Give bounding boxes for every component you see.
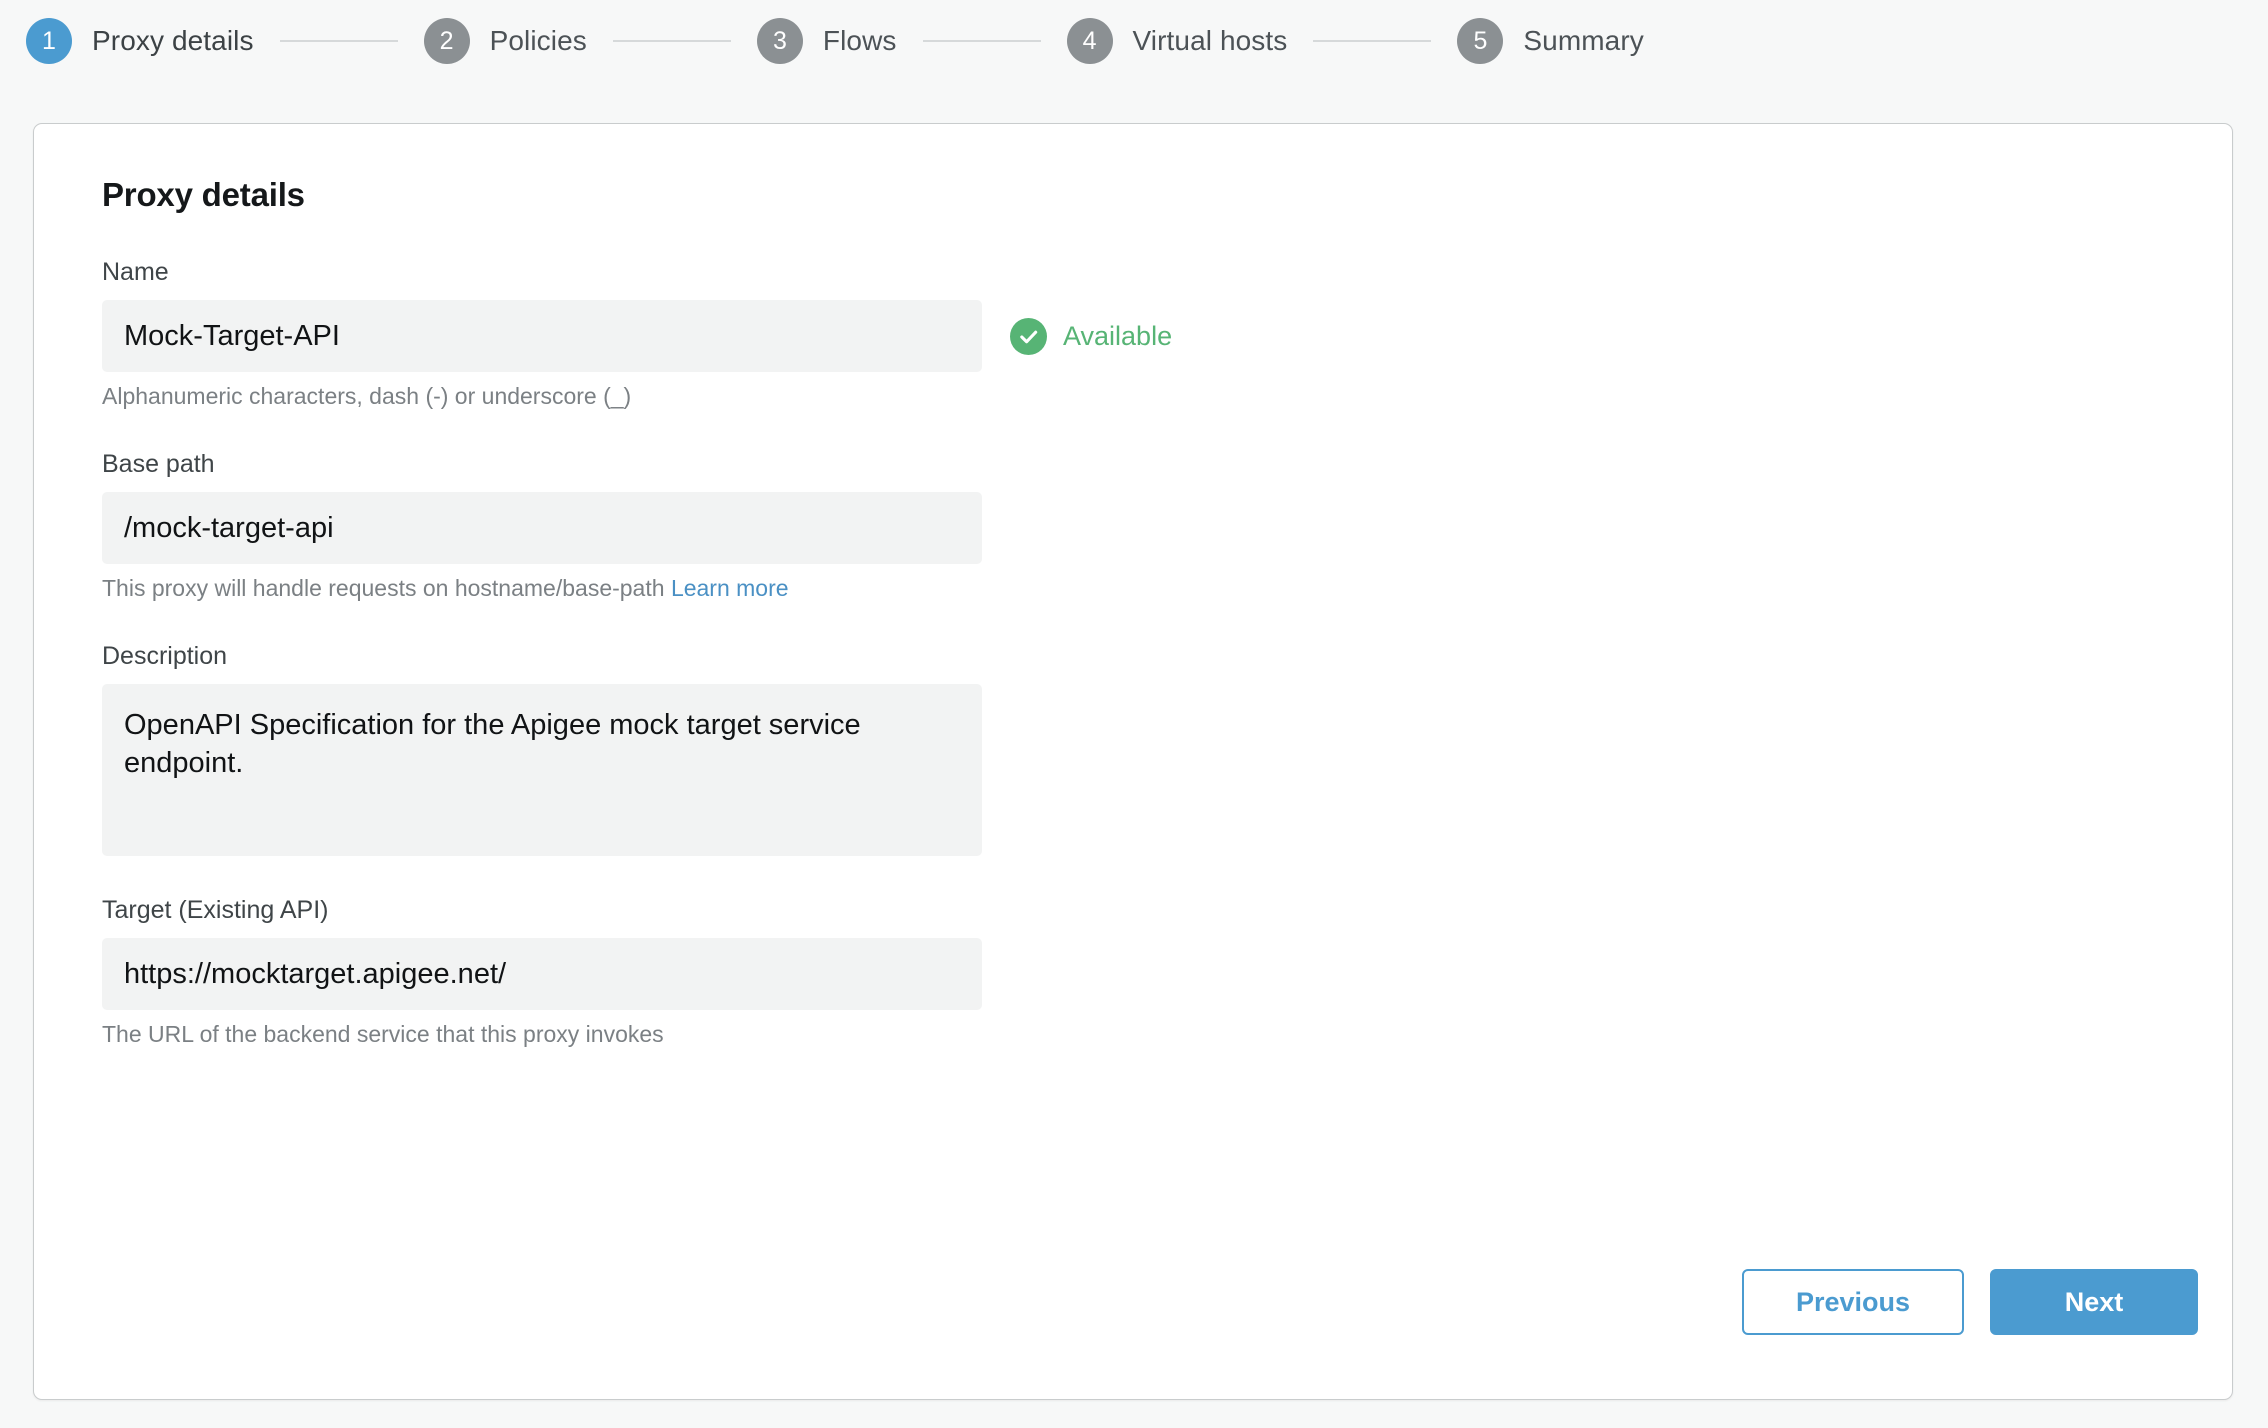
step-virtual-hosts[interactable]: 4 Virtual hosts: [1066, 18, 1288, 64]
field-name: Name Mock-Target-API Available Alphanume…: [102, 258, 2198, 410]
name-helper-text: Alphanumeric characters, dash (-) or und…: [102, 383, 632, 409]
step-label-summary: Summary: [1523, 25, 1644, 56]
step-number-1: 1: [26, 18, 72, 64]
target-label: Target (Existing API): [102, 896, 329, 924]
step-number-4: 4: [1066, 18, 1113, 64]
step-number-5: 5: [1457, 18, 1504, 64]
wizard-stepper: 1 Proxy details 2 Policies 3 Flows 4 Vir…: [0, 0, 2268, 82]
step-label-flows: Flows: [822, 25, 897, 56]
step-connector-1: [279, 40, 398, 42]
check-circle-icon: [1010, 317, 1047, 355]
step-policies[interactable]: 2 Policies: [423, 18, 587, 64]
page-title: Proxy details: [102, 176, 305, 213]
base-path-input[interactable]: /mock-target-api: [102, 492, 982, 564]
step-number-2: 2: [423, 18, 470, 64]
step-label-proxy-details: Proxy details: [92, 25, 254, 56]
step-label-policies: Policies: [489, 25, 587, 56]
target-helper-text: The URL of the backend service that this…: [102, 1021, 664, 1047]
step-summary[interactable]: 5 Summary: [1457, 18, 1644, 64]
target-input[interactable]: https://mocktarget.apigee.net/: [102, 938, 982, 1010]
step-flows[interactable]: 3 Flows: [756, 18, 897, 64]
name-availability-status: Available: [1010, 317, 1173, 355]
step-proxy-details[interactable]: 1 Proxy details: [26, 18, 254, 64]
previous-button[interactable]: Previous: [1742, 1269, 1964, 1335]
field-base-path: Base path /mock-target-api This proxy wi…: [102, 450, 2198, 602]
name-row: Mock-Target-API Available: [102, 300, 2198, 372]
step-connector-3: [922, 40, 1041, 42]
name-label: Name: [102, 258, 169, 286]
step-connector-4: [1313, 40, 1432, 42]
field-target: Target (Existing API) https://mocktarget…: [102, 896, 2198, 1048]
learn-more-link[interactable]: Learn more: [671, 575, 789, 601]
field-description: Description OpenAPI Specification for th…: [102, 642, 2198, 856]
base-path-label: Base path: [102, 450, 215, 478]
availability-label: Available: [1063, 320, 1173, 351]
step-number-3: 3: [756, 18, 803, 64]
base-path-helper-prefix: This proxy will handle requests on hostn…: [102, 575, 665, 601]
step-label-virtual-hosts: Virtual hosts: [1132, 25, 1288, 56]
next-button[interactable]: Next: [1990, 1269, 2198, 1335]
base-path-helper-text: This proxy will handle requests on hostn…: [102, 575, 2198, 602]
wizard-footer: Previous Next: [1742, 1269, 2198, 1335]
card-content: Proxy details Name Mock-Target-API Avail…: [34, 124, 2232, 1399]
name-input[interactable]: Mock-Target-API: [102, 300, 982, 372]
description-textarea[interactable]: OpenAPI Specification for the Apigee moc…: [102, 684, 982, 856]
proxy-details-form: Name Mock-Target-API Available Alphanume…: [102, 258, 2198, 1048]
description-label: Description: [102, 642, 228, 670]
step-connector-2: [612, 40, 731, 42]
proxy-details-card: Proxy details Name Mock-Target-API Avail…: [33, 123, 2233, 1400]
